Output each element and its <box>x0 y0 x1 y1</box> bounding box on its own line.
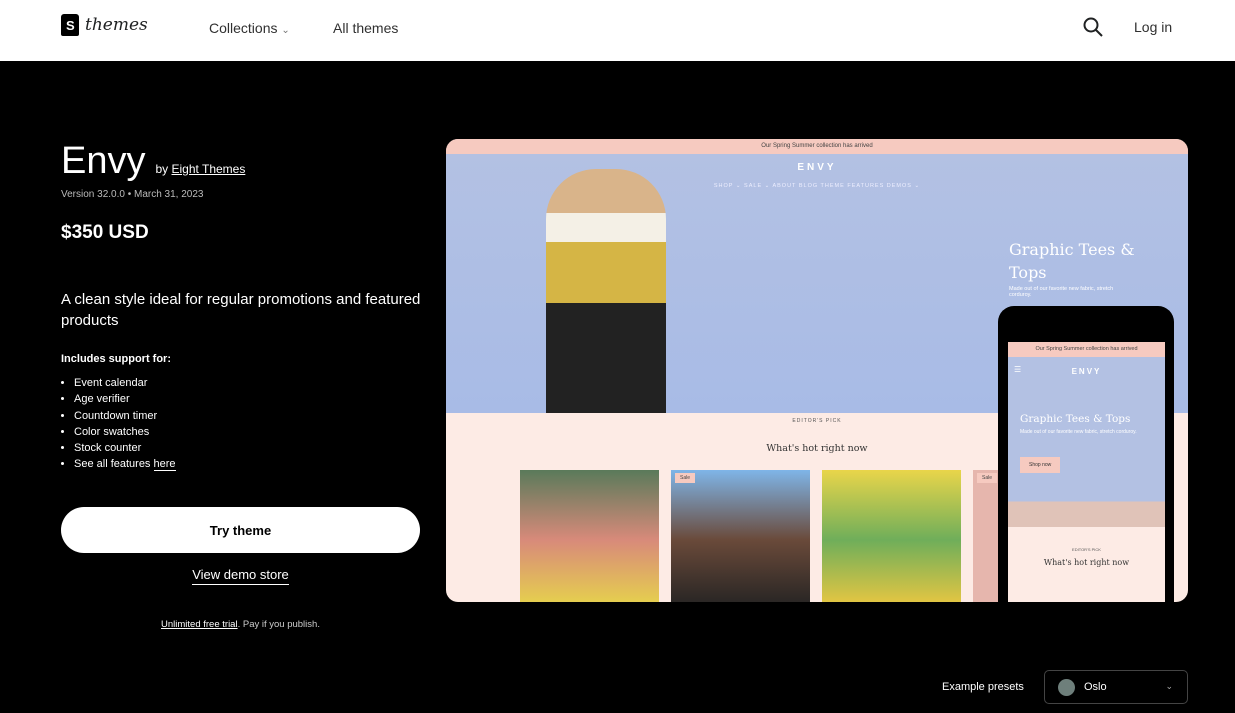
theme-description: A clean style ideal for regular promotio… <box>61 291 421 329</box>
mobile-section-title: What's hot right now <box>1043 558 1130 567</box>
announcement-bar: Our Spring Summer collection has arrived <box>446 139 1188 154</box>
version-date: Version 32.0.0 • March 31, 2023 <box>61 189 204 200</box>
feature-item: Countdown timer <box>74 408 421 424</box>
preset-select[interactable]: Oslo ⌄ <box>1044 670 1188 704</box>
try-theme-button[interactable]: Try theme <box>61 507 420 553</box>
logo-text: themes <box>85 15 148 35</box>
hero-subtitle: Made out of our favorite new fabric, str… <box>1009 286 1114 298</box>
theme-preview-desktop: Our Spring Summer collection has arrived… <box>446 139 1188 602</box>
shop-now-button: Shop now <box>1020 457 1061 473</box>
mobile-screen: Our Spring Summer collection has arrived… <box>1008 342 1165 602</box>
trial-note: Unlimited free trial. Pay if you publish… <box>0 619 481 630</box>
menu-icon: ☰ <box>1014 365 1022 374</box>
shopify-themes-logo[interactable]: themes <box>61 14 148 36</box>
free-trial-link[interactable]: Unlimited free trial <box>161 619 238 630</box>
hero-title: Graphic Tees & Tops <box>1009 240 1135 282</box>
theme-preview-mobile: Our Spring Summer collection has arrived… <box>998 306 1174 602</box>
feature-item: See all features here <box>74 456 421 472</box>
mobile-announcement-bar: Our Spring Summer collection has arrived <box>1008 342 1165 357</box>
mobile-brand: ENVY <box>1071 367 1102 376</box>
feature-item: Stock counter <box>74 440 421 456</box>
see-all-text: See all features <box>74 458 151 471</box>
chevron-down-icon: ⌄ <box>1165 681 1173 691</box>
trial-note-text: . Pay if you publish. <box>237 619 320 630</box>
by-label: by Eight Themes <box>155 162 245 176</box>
product-image <box>520 470 659 602</box>
mobile-hero: ENVY ☰ Graphic Tees & Tops Made out of o… <box>1008 357 1165 527</box>
search-icon[interactable] <box>1083 17 1103 37</box>
feature-list: Event calendar Age verifier Countdown ti… <box>61 375 421 473</box>
product-image <box>822 470 961 602</box>
store-brand: ENVY <box>797 162 837 173</box>
sale-badge: Sale <box>675 473 696 483</box>
includes-label: Includes support for: <box>61 353 171 365</box>
theme-info: Envy by Eight Themes Version 32.0.0 • Mar… <box>61 140 421 473</box>
mobile-hero-subtitle: Made out of our favorite new fabric, str… <box>1020 429 1137 435</box>
price: $350 USD <box>61 222 149 243</box>
author-link[interactable]: Eight Themes <box>172 162 246 176</box>
sale-badge: Sale <box>977 473 998 483</box>
see-all-features-link[interactable]: here <box>153 458 176 472</box>
demo-row: View demo store <box>0 567 481 585</box>
chevron-down-icon: ⌄ <box>281 25 290 36</box>
shopify-bag-icon <box>61 14 79 36</box>
by-text: by <box>155 162 169 176</box>
feature-item: Event calendar <box>74 375 421 391</box>
mobile-hero-title: Graphic Tees & Tops <box>1020 413 1131 425</box>
view-demo-store-link[interactable]: View demo store <box>192 567 289 585</box>
top-header: themes Collections ⌄ All themes Log in <box>0 0 1235 61</box>
product-image: Sale <box>671 470 810 602</box>
nav-collections[interactable]: Collections ⌄ <box>209 20 290 36</box>
mobile-editors-pick: EDITOR'S PICK <box>1072 547 1101 552</box>
theme-name: Envy <box>61 140 146 182</box>
model-photo <box>546 169 666 413</box>
feature-item: Age verifier <box>74 391 421 407</box>
presets-label: Example presets <box>942 681 1024 693</box>
nav-all-themes[interactable]: All themes <box>333 20 398 36</box>
preset-selected: Oslo <box>1084 681 1107 693</box>
preset-color-swatch <box>1058 678 1075 696</box>
login-link[interactable]: Log in <box>1134 19 1172 35</box>
nav-label: Collections <box>209 20 278 36</box>
feature-item: Color swatches <box>74 424 421 440</box>
